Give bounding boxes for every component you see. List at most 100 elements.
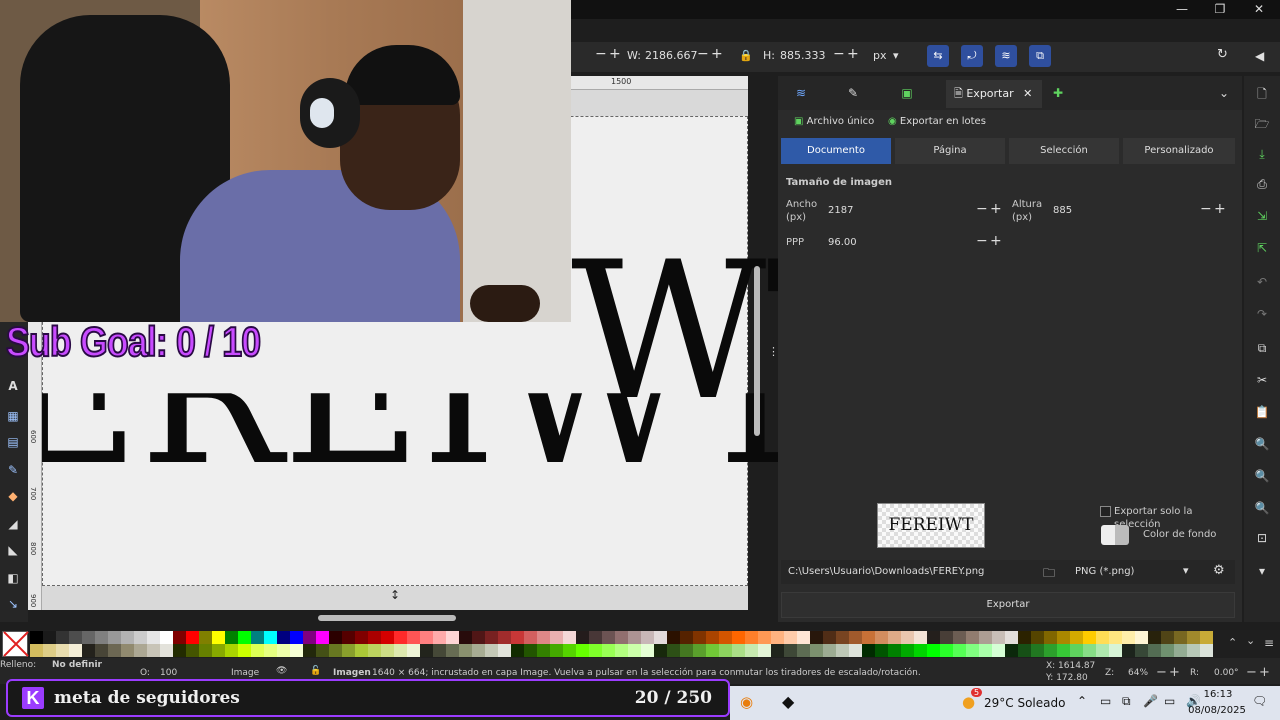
- palette-swatch[interactable]: [1005, 631, 1018, 644]
- tray-app-icon[interactable]: ▭: [1100, 694, 1111, 708]
- close-icon[interactable]: ✕: [1244, 1, 1274, 17]
- palette-swatch[interactable]: [329, 644, 342, 657]
- weather-text[interactable]: 29°C Soleado: [984, 696, 1065, 710]
- palette-swatch[interactable]: [108, 644, 121, 657]
- blender-icon[interactable]: ◉: [740, 693, 753, 711]
- palette-swatch[interactable]: [381, 631, 394, 644]
- palette-swatch[interactable]: [1096, 631, 1109, 644]
- transform-gradient-icon[interactable]: ≋: [995, 45, 1017, 67]
- palette-swatch[interactable]: [1122, 631, 1135, 644]
- palette-swatch[interactable]: [914, 631, 927, 644]
- palette-swatch[interactable]: [277, 644, 290, 657]
- lock-icon[interactable]: 🔓: [310, 666, 321, 676]
- layers-tab-icon[interactable]: ≋: [793, 85, 809, 101]
- palette-swatch[interactable]: [433, 644, 446, 657]
- palette-swatch[interactable]: [121, 631, 134, 644]
- palette-swatch[interactable]: [212, 631, 225, 644]
- palette-swatch[interactable]: [290, 631, 303, 644]
- palette-swatch[interactable]: [95, 631, 108, 644]
- segment-document[interactable]: Documento: [781, 138, 891, 164]
- palette-swatch[interactable]: [342, 631, 355, 644]
- palette-swatch[interactable]: [225, 644, 238, 657]
- folder-icon[interactable]: 🗀: [1043, 564, 1055, 585]
- palette-swatch[interactable]: [654, 644, 667, 657]
- palette-swatch[interactable]: [888, 644, 901, 657]
- palette-swatch[interactable]: [1031, 631, 1044, 644]
- palette-swatch[interactable]: [758, 631, 771, 644]
- height-decrement-icon[interactable]: −: [1200, 201, 1212, 217]
- palette-swatch[interactable]: [316, 631, 329, 644]
- w-decrement-icon[interactable]: −: [595, 46, 607, 62]
- dpi-input[interactable]: 96.00: [828, 237, 857, 248]
- palette-swatch[interactable]: [1057, 644, 1070, 657]
- microphone-icon[interactable]: 🎤: [1143, 694, 1158, 708]
- palette-swatch[interactable]: [667, 644, 680, 657]
- minimize-icon[interactable]: —: [1167, 1, 1197, 17]
- palette-swatch[interactable]: [797, 644, 810, 657]
- segment-selection[interactable]: Selección: [1009, 138, 1119, 164]
- palette-swatch[interactable]: [1187, 631, 1200, 644]
- palette-swatch[interactable]: [758, 644, 771, 657]
- palette-swatch[interactable]: [537, 631, 550, 644]
- palette-swatch[interactable]: [30, 631, 43, 644]
- fill-stroke-tab-icon[interactable]: ✎: [845, 85, 861, 101]
- gear-icon[interactable]: ⚙: [1213, 563, 1225, 578]
- palette-swatch[interactable]: [1070, 631, 1083, 644]
- export-path-input[interactable]: C:\Users\Usuario\Downloads\FEREY.png: [788, 566, 984, 577]
- cut-icon[interactable]: ✂: [1254, 372, 1270, 388]
- height-increment-icon[interactable]: +: [1214, 201, 1226, 217]
- palette-swatch[interactable]: [719, 644, 732, 657]
- vertical-scrollbar[interactable]: [754, 266, 760, 436]
- rotation-decrement-icon[interactable]: −: [1246, 665, 1257, 680]
- close-tab-icon[interactable]: ✕: [1023, 87, 1032, 100]
- palette-swatch[interactable]: [550, 631, 563, 644]
- height-input[interactable]: 885: [1053, 205, 1072, 216]
- format-select[interactable]: PNG (*.png): [1075, 566, 1134, 577]
- palette-swatch[interactable]: [641, 631, 654, 644]
- palette-swatch[interactable]: [134, 631, 147, 644]
- palette-swatch[interactable]: [836, 644, 849, 657]
- rotation-input[interactable]: 0.00°: [1214, 668, 1239, 678]
- palette-swatch[interactable]: [589, 631, 602, 644]
- palette-swatch[interactable]: [407, 644, 420, 657]
- palette-swatch[interactable]: [1083, 644, 1096, 657]
- palette-swatch[interactable]: [355, 644, 368, 657]
- palette-swatch[interactable]: [1057, 631, 1070, 644]
- palette-swatch[interactable]: [43, 644, 56, 657]
- palette-swatch[interactable]: [1148, 631, 1161, 644]
- segment-page[interactable]: Página: [895, 138, 1005, 164]
- palette-swatch[interactable]: [1161, 631, 1174, 644]
- palette-swatch[interactable]: [303, 644, 316, 657]
- palette-swatch[interactable]: [966, 631, 979, 644]
- palette-swatch[interactable]: [511, 631, 524, 644]
- palette-swatch[interactable]: [121, 644, 134, 657]
- spray-tool-icon[interactable]: ◣: [5, 542, 21, 558]
- mesh-tool-icon[interactable]: ▦: [5, 408, 21, 424]
- chevron-down-icon[interactable]: ▾: [1183, 564, 1189, 577]
- palette-swatch[interactable]: [316, 644, 329, 657]
- palette-swatch[interactable]: [446, 631, 459, 644]
- width-increment-icon[interactable]: +: [990, 201, 1002, 217]
- palette-swatch[interactable]: [147, 631, 160, 644]
- duplicate-icon[interactable]: ⊡: [1254, 530, 1270, 546]
- export-icon[interactable]: ⇱: [1254, 240, 1270, 256]
- palette-swatch[interactable]: [485, 644, 498, 657]
- palette-swatch[interactable]: [238, 631, 251, 644]
- segment-custom[interactable]: Personalizado: [1123, 138, 1235, 164]
- palette-swatch[interactable]: [108, 631, 121, 644]
- palette-swatch[interactable]: [368, 631, 381, 644]
- palette-swatch[interactable]: [654, 631, 667, 644]
- zoom-page-icon[interactable]: 🔍: [1254, 500, 1270, 516]
- maximize-icon[interactable]: ❐: [1205, 1, 1235, 17]
- palette-swatch[interactable]: [901, 631, 914, 644]
- palette-swatch[interactable]: [706, 631, 719, 644]
- snap-icon[interactable]: ↻: [1217, 47, 1228, 62]
- palette-swatch[interactable]: [628, 631, 641, 644]
- palette-swatch[interactable]: [277, 631, 290, 644]
- palette-swatch[interactable]: [732, 631, 745, 644]
- palette-swatch[interactable]: [810, 631, 823, 644]
- only-selection-checkbox[interactable]: [1100, 506, 1111, 517]
- chevron-down-icon[interactable]: ▾: [893, 49, 899, 62]
- palette-swatch[interactable]: [459, 644, 472, 657]
- palette-swatch[interactable]: [680, 631, 693, 644]
